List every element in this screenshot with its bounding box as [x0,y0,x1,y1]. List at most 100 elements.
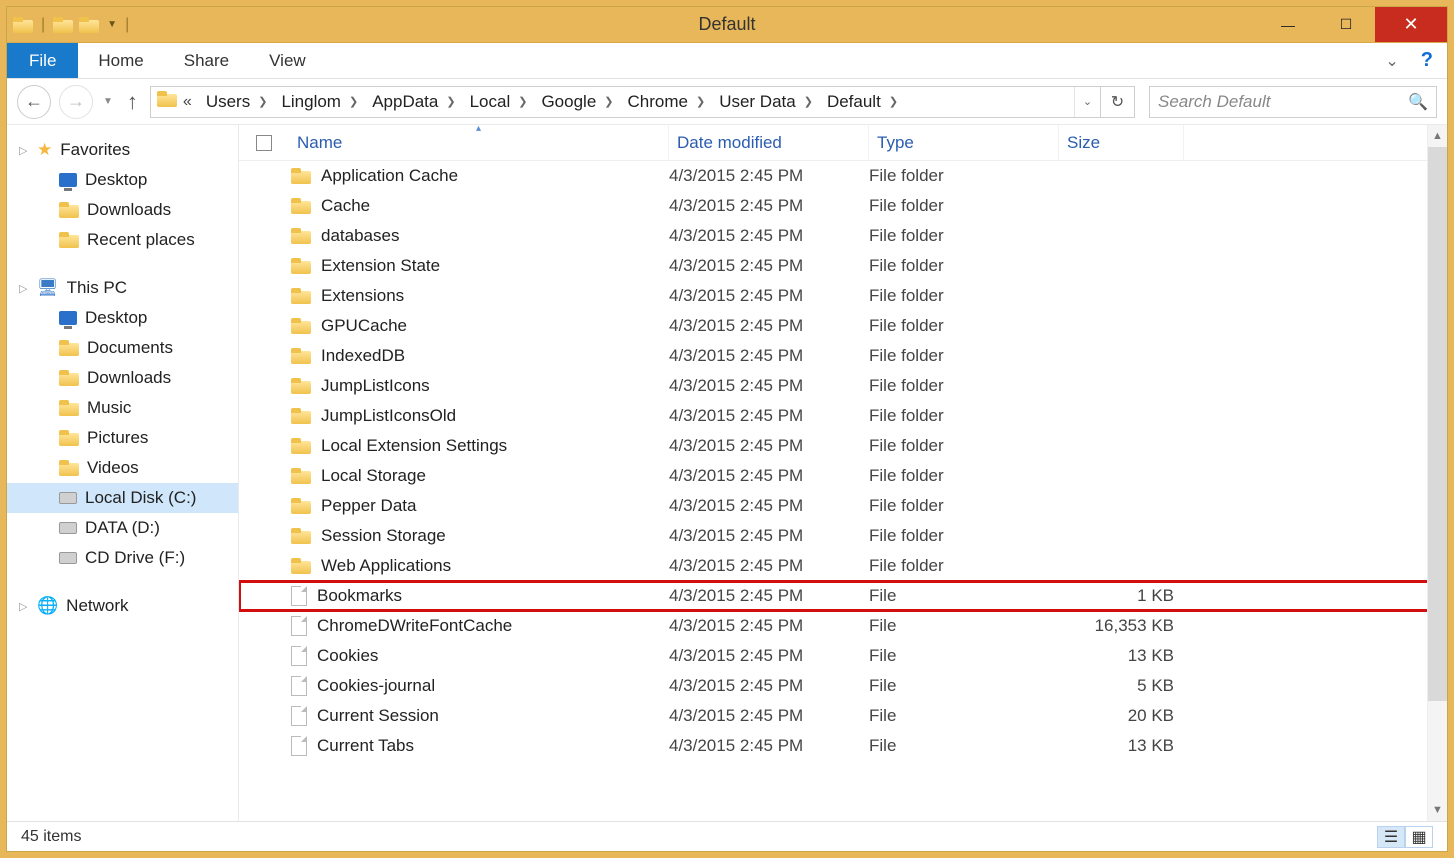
forward-button[interactable]: → [59,85,93,119]
file-row[interactable]: Pepper Data4/3/2015 2:45 PMFile folder [239,491,1447,521]
network-header[interactable]: 🌐Network [7,591,238,621]
breadcrumb-segment[interactable]: User Data❯ [711,87,819,117]
view-switcher: ☰ ▦ [1377,826,1433,848]
scroll-thumb[interactable] [1428,147,1447,701]
search-box[interactable]: Search Default 🔍 [1149,86,1437,118]
sidebar-item[interactable]: CD Drive (F:) [7,543,238,573]
file-row[interactable]: databases4/3/2015 2:45 PMFile folder [239,221,1447,251]
favorites-header[interactable]: ★Favorites [7,135,238,165]
sidebar-item[interactable]: Desktop [7,303,238,333]
history-dropdown-icon[interactable]: ▼ [101,96,115,107]
tab-home[interactable]: Home [78,43,163,78]
chevron-right-icon[interactable]: ❯ [696,95,711,108]
file-row[interactable]: Session Storage4/3/2015 2:45 PMFile fold… [239,521,1447,551]
file-row[interactable]: Current Session4/3/2015 2:45 PMFile20 KB [239,701,1447,731]
item-count: 45 items [21,828,81,846]
scroll-down-icon[interactable]: ▼ [1428,799,1447,821]
back-button[interactable]: ← [17,85,51,119]
item-icon [59,552,77,564]
sidebar-item[interactable]: Music [7,393,238,423]
file-row[interactable]: Web Applications4/3/2015 2:45 PMFile fol… [239,551,1447,581]
breadcrumb-overflow[interactable]: « [177,93,198,111]
tab-view[interactable]: View [249,43,326,78]
chevron-right-icon[interactable]: ❯ [349,95,364,108]
file-row[interactable]: Cache4/3/2015 2:45 PMFile folder [239,191,1447,221]
breadcrumb-segment[interactable]: Default❯ [819,87,904,117]
breadcrumb-segment[interactable]: Google❯ [533,87,619,117]
file-row[interactable]: GPUCache4/3/2015 2:45 PMFile folder [239,311,1447,341]
file-row[interactable]: Extensions4/3/2015 2:45 PMFile folder [239,281,1447,311]
chevron-down-icon[interactable]: ▼ [105,19,117,30]
breadcrumb-segment[interactable]: AppData❯ [364,87,461,117]
sidebar-item[interactable]: Downloads [7,363,238,393]
file-row[interactable]: Extension State4/3/2015 2:45 PMFile fold… [239,251,1447,281]
sidebar-item[interactable]: Local Disk (C:) [7,483,238,513]
file-date: 4/3/2015 2:45 PM [669,706,869,726]
star-icon: ★ [37,140,52,160]
column-type[interactable]: Type [869,125,1059,160]
sidebar-item[interactable]: Videos [7,453,238,483]
details-view-button[interactable]: ☰ [1377,826,1405,848]
file-row[interactable]: Bookmarks4/3/2015 2:45 PMFile1 KB [239,581,1447,611]
file-row[interactable]: Application Cache4/3/2015 2:45 PMFile fo… [239,161,1447,191]
file-row[interactable]: Current Tabs4/3/2015 2:45 PMFile13 KB [239,731,1447,761]
refresh-button[interactable]: ↻ [1101,86,1135,118]
file-row[interactable]: Local Storage4/3/2015 2:45 PMFile folder [239,461,1447,491]
file-row[interactable]: Cookies4/3/2015 2:45 PMFile13 KB [239,641,1447,671]
breadcrumb-segment[interactable]: Users❯ [198,87,274,117]
sidebar-item[interactable]: DATA (D:) [7,513,238,543]
file-date: 4/3/2015 2:45 PM [669,526,869,546]
sidebar-item[interactable]: Pictures [7,423,238,453]
up-button[interactable]: ↑ [123,89,142,115]
file-tab[interactable]: File [7,43,78,78]
file-name: Current Tabs [317,736,414,756]
file-row[interactable]: JumpListIcons4/3/2015 2:45 PMFile folder [239,371,1447,401]
file-row[interactable]: Local Extension Settings4/3/2015 2:45 PM… [239,431,1447,461]
chevron-right-icon[interactable]: ❯ [804,95,819,108]
column-size[interactable]: Size [1059,125,1184,160]
thispc-label: This PC [67,278,127,298]
new-folder-icon[interactable] [79,17,99,33]
file-row[interactable]: JumpListIconsOld4/3/2015 2:45 PMFile fol… [239,401,1447,431]
file-row[interactable]: IndexedDB4/3/2015 2:45 PMFile folder [239,341,1447,371]
sidebar-item-label: Desktop [85,308,147,328]
file-row[interactable]: Cookies-journal4/3/2015 2:45 PMFile5 KB [239,671,1447,701]
minimize-button[interactable]: — [1259,7,1317,42]
breadcrumb-segment[interactable]: Local❯ [462,87,534,117]
chevron-right-icon[interactable]: ❯ [518,95,533,108]
column-date[interactable]: Date modified [669,125,869,160]
sidebar-item[interactable]: Documents [7,333,238,363]
item-icon [59,460,79,476]
sidebar-item[interactable]: Desktop [7,165,238,195]
breadcrumb-segment[interactable]: Linglom❯ [273,87,364,117]
scroll-up-icon[interactable]: ▲ [1428,125,1447,147]
maximize-button[interactable]: ☐ [1317,7,1375,42]
vertical-scrollbar[interactable]: ▲ ▼ [1427,125,1447,821]
thispc-header[interactable]: 🖥This PC [7,273,238,303]
chevron-right-icon[interactable]: ❯ [604,95,619,108]
file-row[interactable]: ChromeDWriteFontCache4/3/2015 2:45 PMFil… [239,611,1447,641]
titlebar[interactable]: | ▼ | Default — ☐ ✕ [7,7,1447,43]
close-button[interactable]: ✕ [1375,7,1447,42]
item-icon [59,430,79,446]
chevron-right-icon[interactable]: ❯ [889,95,904,108]
chevron-right-icon[interactable]: ❯ [446,95,461,108]
ribbon-expand-icon[interactable]: ⌄ [1377,43,1406,78]
scroll-track[interactable] [1428,147,1447,799]
address-dropdown-icon[interactable]: ⌄ [1074,87,1100,117]
chevron-right-icon[interactable]: ❯ [258,95,273,108]
tab-share[interactable]: Share [164,43,249,78]
file-date: 4/3/2015 2:45 PM [669,346,869,366]
column-name[interactable]: ▴Name [289,125,669,160]
breadcrumb-segment[interactable]: Chrome❯ [620,87,712,117]
thumbnails-view-button[interactable]: ▦ [1405,826,1433,848]
properties-icon[interactable] [53,17,73,33]
help-icon[interactable]: ? [1407,43,1447,78]
sidebar-item[interactable]: Recent places [7,225,238,255]
item-icon [59,232,79,248]
address-bar[interactable]: « Users❯Linglom❯AppData❯Local❯Google❯Chr… [150,86,1101,118]
sidebar-item[interactable]: Downloads [7,195,238,225]
select-all-checkbox[interactable] [239,135,289,151]
file-date: 4/3/2015 2:45 PM [669,676,869,696]
file-name: Local Storage [321,466,426,486]
